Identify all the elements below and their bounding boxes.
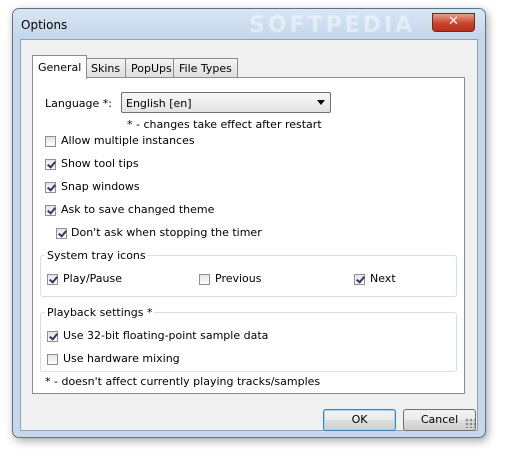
window-title: Options — [21, 18, 68, 32]
general-tab-panel: Language *: English [en] * - changes tak… — [32, 77, 465, 394]
dialog-client-area: General Skins PopUps File Types Language… — [20, 39, 478, 431]
option-label: Snap windows — [61, 180, 140, 193]
option-label: Allow multiple instances — [61, 134, 195, 147]
show-tool-tips-checkbox[interactable] — [45, 159, 56, 170]
option-label: Ask to save changed theme — [61, 203, 215, 216]
next-checkbox[interactable] — [354, 274, 365, 285]
language-select[interactable]: English [en] — [121, 92, 331, 113]
language-value: English [en] — [126, 97, 192, 110]
close-icon: ✕ — [448, 14, 459, 29]
allow-multiple-instances-checkbox[interactable] — [45, 136, 56, 147]
options-window: Options SOFTPEDIA ✕ General Skins PopUps… — [12, 8, 486, 438]
watermark: SOFTPEDIA — [249, 13, 416, 38]
previous-checkbox[interactable] — [199, 274, 210, 285]
system-tray-title: System tray icons — [45, 249, 148, 262]
tab-popups[interactable]: PopUps — [125, 58, 178, 78]
tab-label: Skins — [91, 62, 121, 75]
tab-general[interactable]: General — [32, 55, 88, 79]
hardware-mixing-checkbox[interactable] — [47, 354, 58, 365]
option-label: Next — [370, 272, 396, 285]
title-bar[interactable]: Options SOFTPEDIA ✕ — [13, 9, 485, 39]
ask-save-theme-checkbox[interactable] — [45, 205, 56, 216]
option-label: Play/Pause — [63, 272, 122, 285]
ok-button[interactable]: OK — [323, 409, 396, 431]
option-label: Show tool tips — [61, 157, 139, 170]
playback-settings-group: Playback settings * Use 32-bit floating-… — [40, 306, 457, 372]
snap-windows-checkbox[interactable] — [45, 182, 56, 193]
dont-ask-timer-checkbox[interactable] — [56, 228, 67, 239]
close-button[interactable]: ✕ — [432, 13, 475, 32]
system-tray-group: System tray icons Play/Pause Previous Ne… — [40, 249, 457, 297]
option-label: Use hardware mixing — [63, 352, 180, 365]
chevron-down-icon — [317, 100, 325, 105]
language-label: Language *: — [45, 97, 112, 110]
float-sample-checkbox[interactable] — [47, 331, 58, 342]
option-label: Don't ask when stopping the timer — [71, 226, 262, 239]
tab-label: General — [38, 61, 82, 74]
tab-label: File Types — [179, 62, 232, 75]
play-pause-checkbox[interactable] — [47, 274, 58, 285]
tab-skins[interactable]: Skins — [85, 58, 127, 78]
option-label: Previous — [215, 272, 262, 285]
playback-settings-title: Playback settings * — [45, 306, 155, 319]
tab-label: PopUps — [131, 62, 172, 75]
footer-note: * - doesn't affect currently playing tra… — [45, 375, 321, 388]
option-label: Use 32-bit floating-point sample data — [63, 329, 269, 342]
resize-grip-icon[interactable] — [465, 418, 475, 428]
tab-file-types[interactable]: File Types — [173, 58, 238, 78]
restart-note: * - changes take effect after restart — [127, 118, 322, 131]
